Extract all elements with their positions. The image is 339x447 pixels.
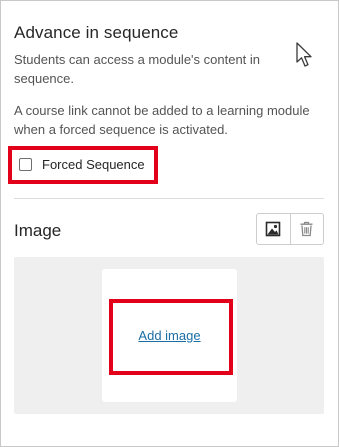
trash-icon <box>300 221 313 237</box>
module-settings-panel: Advance in sequence Students can access … <box>0 0 339 447</box>
sequence-description: Students can access a module's content i… <box>14 52 261 86</box>
section-divider <box>14 198 324 199</box>
mouse-pointer-icon <box>296 42 312 67</box>
image-icon <box>265 221 281 237</box>
image-section-title: Image <box>14 221 62 240</box>
image-actions <box>256 213 324 245</box>
delete-image-button[interactable] <box>289 214 324 244</box>
add-image-link[interactable]: Add image <box>138 328 200 343</box>
forced-sequence-option[interactable]: Forced Sequence <box>19 155 145 173</box>
forced-sequence-warning: A course link cannot be added to a learn… <box>14 103 310 137</box>
forced-sequence-label[interactable]: Forced Sequence <box>42 157 145 172</box>
image-placeholder-card: Add image <box>102 269 237 402</box>
forced-sequence-checkbox[interactable] <box>19 157 32 171</box>
replace-image-button[interactable] <box>257 214 290 244</box>
advance-in-sequence-title: Advance in sequence <box>14 23 179 42</box>
